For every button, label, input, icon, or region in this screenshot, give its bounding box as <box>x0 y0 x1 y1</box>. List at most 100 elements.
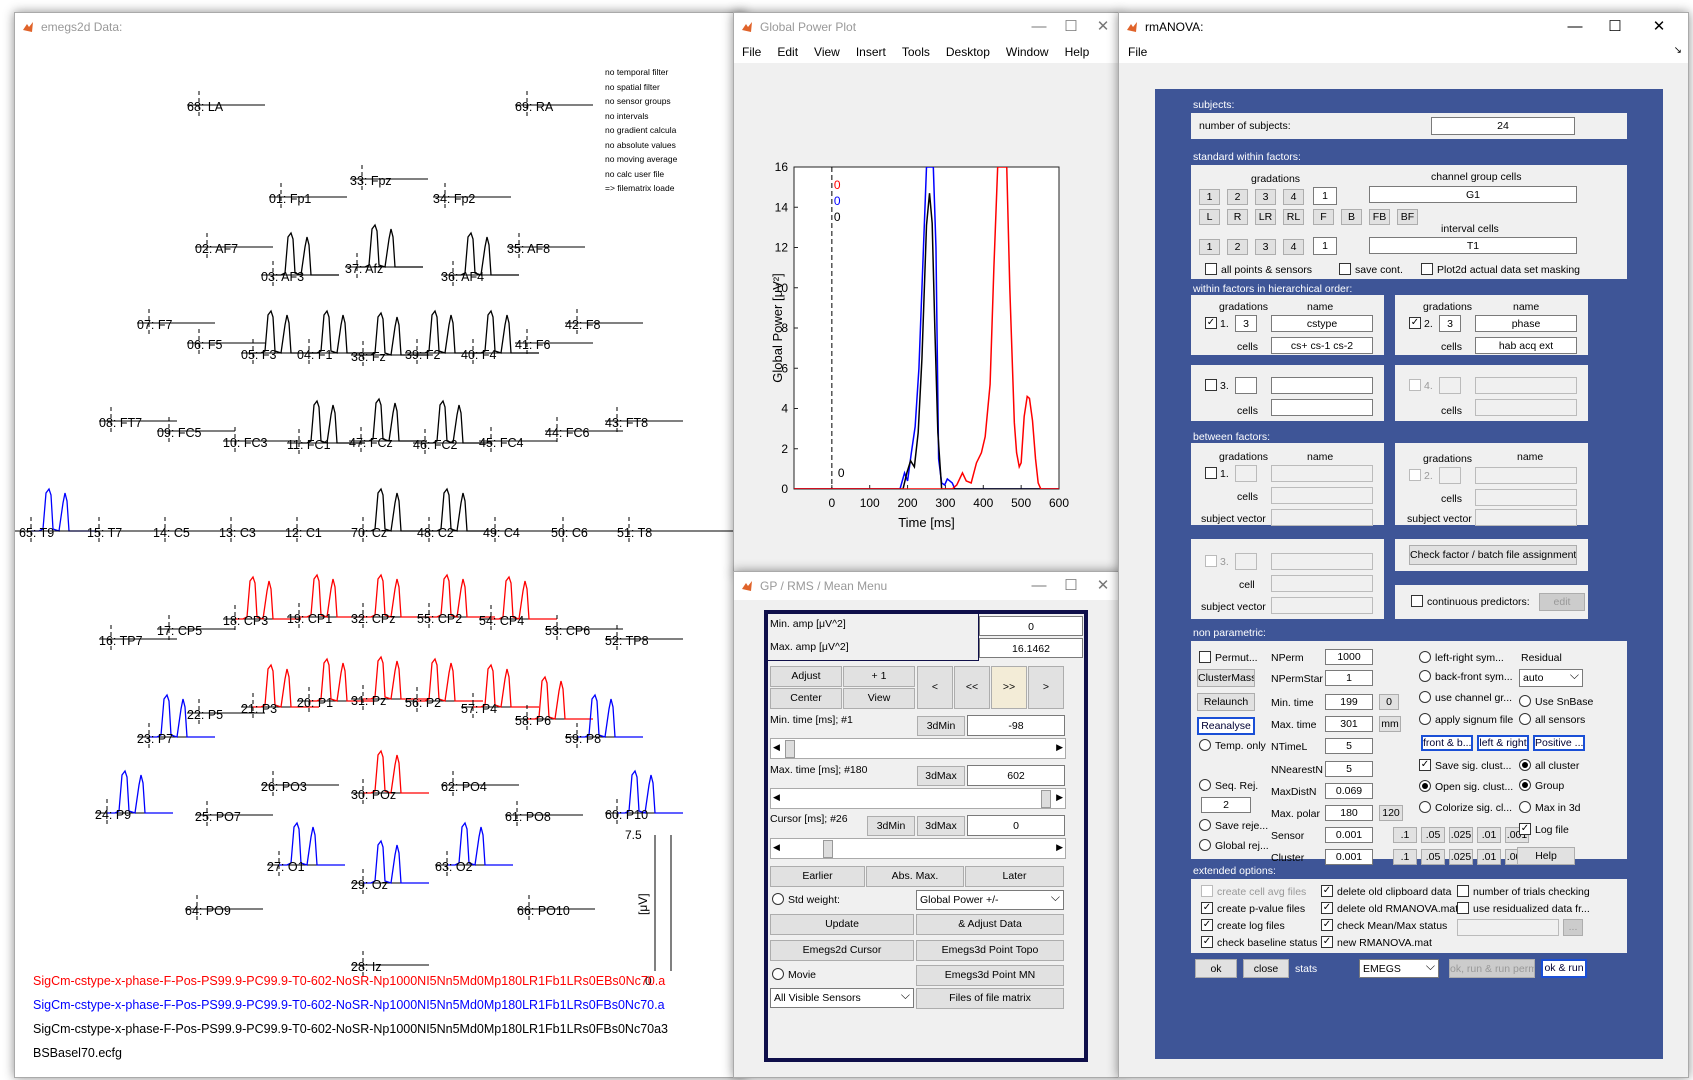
std-weight-radio[interactable] <box>772 893 784 905</box>
slider-left-arrow[interactable]: ◀ <box>773 742 780 753</box>
f3-grad-field[interactable] <box>1235 377 1257 394</box>
maxtime-field[interactable]: 301 <box>1325 716 1373 732</box>
within-grad-3-button[interactable]: 3 <box>1255 189 1276 205</box>
min-time-field[interactable]: -98 <box>967 715 1065 736</box>
clustermass-button[interactable]: ClusterMass <box>1197 669 1255 687</box>
f2-grad-field[interactable]: 3 <box>1439 315 1461 332</box>
seq-rej-radio[interactable] <box>1199 779 1211 791</box>
channel-cells-field[interactable]: G1 <box>1369 186 1577 203</box>
later-button[interactable]: Later <box>965 866 1064 887</box>
gp-type-select[interactable]: Global Power +/- <box>916 888 1064 910</box>
b2-checkbox[interactable] <box>1409 469 1421 481</box>
check-factor-button[interactable]: Check factor / batch file assignment <box>1409 545 1577 565</box>
left-right-button[interactable]: left & right <box>1477 735 1529 751</box>
within-grad-1-button[interactable]: 1 <box>1199 189 1220 205</box>
num-trials-checkbox[interactable] <box>1457 885 1469 897</box>
earlier-button[interactable]: Earlier <box>770 866 865 887</box>
max-amp-field[interactable]: 16.1462 <box>979 638 1083 658</box>
all-points-checkbox[interactable] <box>1205 263 1217 275</box>
b3-subject-vector-field[interactable] <box>1271 597 1373 614</box>
prev-button[interactable]: < <box>917 666 953 709</box>
f4-name-field[interactable] <box>1475 377 1577 394</box>
cursor-field[interactable]: 0 <box>967 815 1065 836</box>
center-button[interactable]: Center <box>770 688 842 709</box>
f1-checkbox[interactable]: ✓ <box>1205 317 1217 329</box>
f2-checkbox[interactable]: ✓ <box>1409 317 1421 329</box>
del-clip-checkbox[interactable]: ✓ <box>1321 885 1333 897</box>
maxpolar-120-button[interactable]: 120 <box>1379 805 1403 821</box>
b1-subject-vector-field[interactable] <box>1271 509 1373 526</box>
continuous-checkbox[interactable] <box>1411 595 1423 607</box>
menu-view[interactable]: View <box>806 41 848 63</box>
b2-cells-field[interactable] <box>1475 489 1577 506</box>
f2-name-field[interactable]: phase <box>1475 315 1577 332</box>
num-subjects-field[interactable]: 24 <box>1431 117 1575 135</box>
create-cell-checkbox[interactable] <box>1201 885 1213 897</box>
interval-grad-1-button[interactable]: 1 <box>1199 239 1220 255</box>
menu-window[interactable]: Window <box>998 41 1057 63</box>
check-meanmax-checkbox[interactable]: ✓ <box>1321 919 1333 931</box>
use-resid-checkbox[interactable] <box>1457 902 1469 914</box>
lat-LR-button[interactable]: LR <box>1255 209 1276 225</box>
maxpolar-field[interactable]: 180 <box>1325 805 1373 821</box>
sensor-field[interactable]: 0.001 <box>1325 827 1373 843</box>
p-value-button[interactable]: .025 <box>1449 849 1473 865</box>
sensor-layout-plot[interactable]: 68: LA 69: RA 33: Fpz 01: Fp1 34: Fp2 02: AF7… <box>15 41 745 1077</box>
all-cluster-radio[interactable] <box>1519 759 1531 771</box>
p-value-button[interactable]: .05 <box>1421 827 1445 843</box>
plot2d-mask-checkbox[interactable] <box>1421 263 1433 275</box>
minimize-button[interactable]: — <box>1026 17 1052 37</box>
lr-sym-radio[interactable] <box>1419 651 1431 663</box>
create-log-checkbox[interactable]: ✓ <box>1201 919 1213 931</box>
f3-cells-field[interactable] <box>1271 399 1373 416</box>
ant-F-button[interactable]: F <box>1313 209 1334 225</box>
menu-insert[interactable]: Insert <box>848 41 894 63</box>
close-button-rm[interactable]: close <box>1243 959 1289 978</box>
open-sig-radio[interactable] <box>1419 780 1431 792</box>
within-grad-2-button[interactable]: 2 <box>1227 189 1248 205</box>
b1-cells-field[interactable] <box>1271 487 1373 504</box>
ok-button[interactable]: ok <box>1195 959 1237 978</box>
slider-left-arrow[interactable]: ◀ <box>773 842 780 853</box>
f3-checkbox[interactable] <box>1205 379 1217 391</box>
reanalyse-button[interactable]: Reanalyse <box>1197 717 1255 735</box>
apply-signum-radio[interactable] <box>1419 713 1431 725</box>
menu-edit[interactable]: Edit <box>769 41 806 63</box>
p-value-button[interactable]: .05 <box>1421 849 1445 865</box>
b1-grad-field[interactable] <box>1235 465 1257 482</box>
b3-name-field[interactable] <box>1271 553 1373 570</box>
bf-sym-radio[interactable] <box>1419 670 1431 682</box>
front-back-button[interactable]: front & b... <box>1421 735 1473 751</box>
cursor-3dmin-button[interactable]: 3dMin <box>867 816 915 836</box>
close-button[interactable]: ✕ <box>1646 17 1672 37</box>
interval-grad-2-button[interactable]: 2 <box>1227 239 1248 255</box>
min-time-slider[interactable]: ◀ ▶ <box>770 738 1066 759</box>
max-in-3d-radio[interactable] <box>1519 801 1531 813</box>
close-button[interactable]: ✕ <box>1090 17 1116 37</box>
save-cont-checkbox[interactable] <box>1339 263 1351 275</box>
b3-cell-field[interactable] <box>1271 575 1373 592</box>
f4-cells-field[interactable] <box>1475 399 1577 416</box>
within-grad-field[interactable]: 1 <box>1313 187 1337 205</box>
gp-titlebar[interactable]: Global Power Plot — ☐ ✕ <box>734 13 1120 41</box>
min-amp-field[interactable]: 0 <box>979 616 1083 636</box>
rewind-button[interactable]: << <box>954 666 990 709</box>
absmax-button[interactable]: Abs. Max. <box>866 866 964 887</box>
relaunch-button[interactable]: Relaunch <box>1197 693 1255 711</box>
create-p-checkbox[interactable]: ✓ <box>1201 902 1213 914</box>
slider-right-arrow[interactable]: ▶ <box>1056 742 1063 753</box>
update-button[interactable]: Update <box>770 914 914 935</box>
maxtime-mm-button[interactable]: mm <box>1379 716 1401 732</box>
p-value-button[interactable]: .01 <box>1477 827 1501 843</box>
maxdist-field[interactable]: 0.069 <box>1325 783 1373 799</box>
seq-rej-field[interactable]: 2 <box>1201 797 1251 813</box>
min-time-3dmin-button[interactable]: 3dMin <box>917 716 965 736</box>
ok-run-perm-button[interactable]: ok, run & run perm <box>1449 959 1535 978</box>
colorize-radio[interactable] <box>1419 801 1431 813</box>
rm-titlebar[interactable]: rmANOVA: — ☐ ✕ <box>1119 13 1688 41</box>
f3-name-field[interactable] <box>1271 377 1373 394</box>
f4-checkbox[interactable] <box>1409 379 1421 391</box>
lat-R-button[interactable]: R <box>1227 209 1248 225</box>
help-button[interactable]: Help <box>1517 847 1575 865</box>
plus-one-button[interactable]: + 1 <box>843 666 915 687</box>
